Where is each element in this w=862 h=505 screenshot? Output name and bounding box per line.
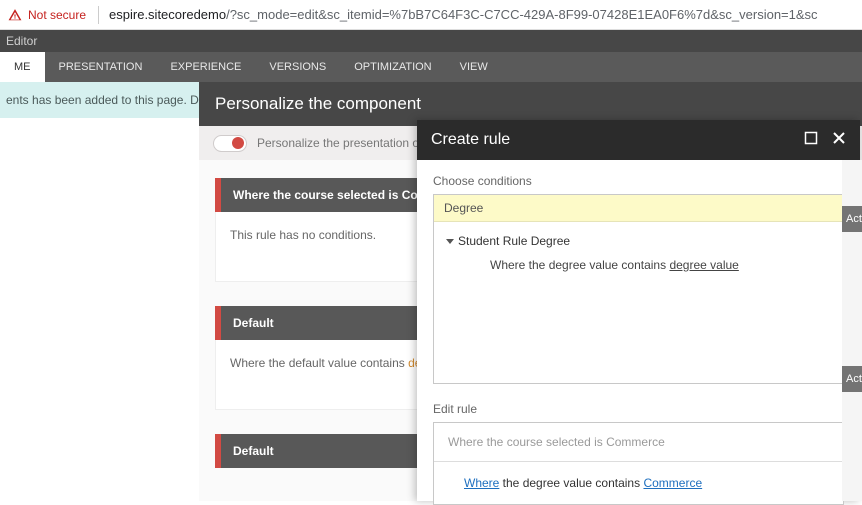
tab-home[interactable]: ME — [0, 52, 45, 82]
personalize-toggle[interactable] — [213, 135, 247, 152]
conditions-search[interactable]: Degree — [434, 195, 843, 222]
url-text[interactable]: espire.sitecoredemo/?sc_mode=edit&sc_ite… — [109, 7, 818, 22]
editor-title: Editor — [6, 34, 37, 48]
close-icon[interactable] — [832, 131, 846, 150]
tab-optimization[interactable]: OPTIMIZATION — [340, 52, 445, 82]
browser-url-bar: Not secure espire.sitecoredemo/?sc_mode=… — [0, 0, 862, 30]
url-separator — [98, 6, 99, 24]
choose-conditions-label: Choose conditions — [433, 174, 844, 188]
create-rule-modal: Create rule Choose conditions Degree Stu… — [417, 120, 860, 501]
create-rule-title: Create rule — [431, 131, 510, 149]
maximize-icon[interactable] — [804, 131, 818, 150]
conditions-box: Degree Student Rule Degree Where the deg… — [433, 194, 844, 384]
not-secure-label: Not secure — [28, 8, 86, 22]
editor-title-bar: Editor — [0, 30, 862, 52]
ribbon-tabs: ME PRESENTATION EXPERIENCE VERSIONS OPTI… — [0, 52, 862, 82]
edit-rule-label: Edit rule — [433, 402, 844, 416]
right-panel-sliver: Acti Acti — [842, 160, 862, 501]
create-rule-titlebar: Create rule — [417, 120, 860, 160]
not-secure-icon — [8, 8, 22, 22]
edit-rule-expression: Where the degree value contains Commerce — [434, 462, 843, 504]
edit-rule-box: Where the course selected is Commerce Wh… — [433, 422, 844, 505]
commerce-link[interactable]: Commerce — [643, 476, 702, 490]
caret-down-icon — [446, 239, 454, 244]
condition-group[interactable]: Student Rule Degree — [446, 232, 831, 250]
condition-rule-template[interactable]: Where the degree value contains degree v… — [446, 250, 831, 272]
tab-view[interactable]: VIEW — [446, 52, 502, 82]
toggle-knob — [232, 137, 244, 149]
degree-value-token[interactable]: degree value — [669, 258, 738, 272]
sliver-acti-1: Acti — [842, 206, 862, 232]
sliver-acti-2: Acti — [842, 366, 862, 392]
where-link[interactable]: Where — [464, 476, 499, 490]
edit-rule-name[interactable]: Where the course selected is Commerce — [434, 423, 843, 461]
tab-versions[interactable]: VERSIONS — [255, 52, 340, 82]
tab-presentation[interactable]: PRESENTATION — [45, 52, 157, 82]
tab-experience[interactable]: EXPERIENCE — [156, 52, 255, 82]
